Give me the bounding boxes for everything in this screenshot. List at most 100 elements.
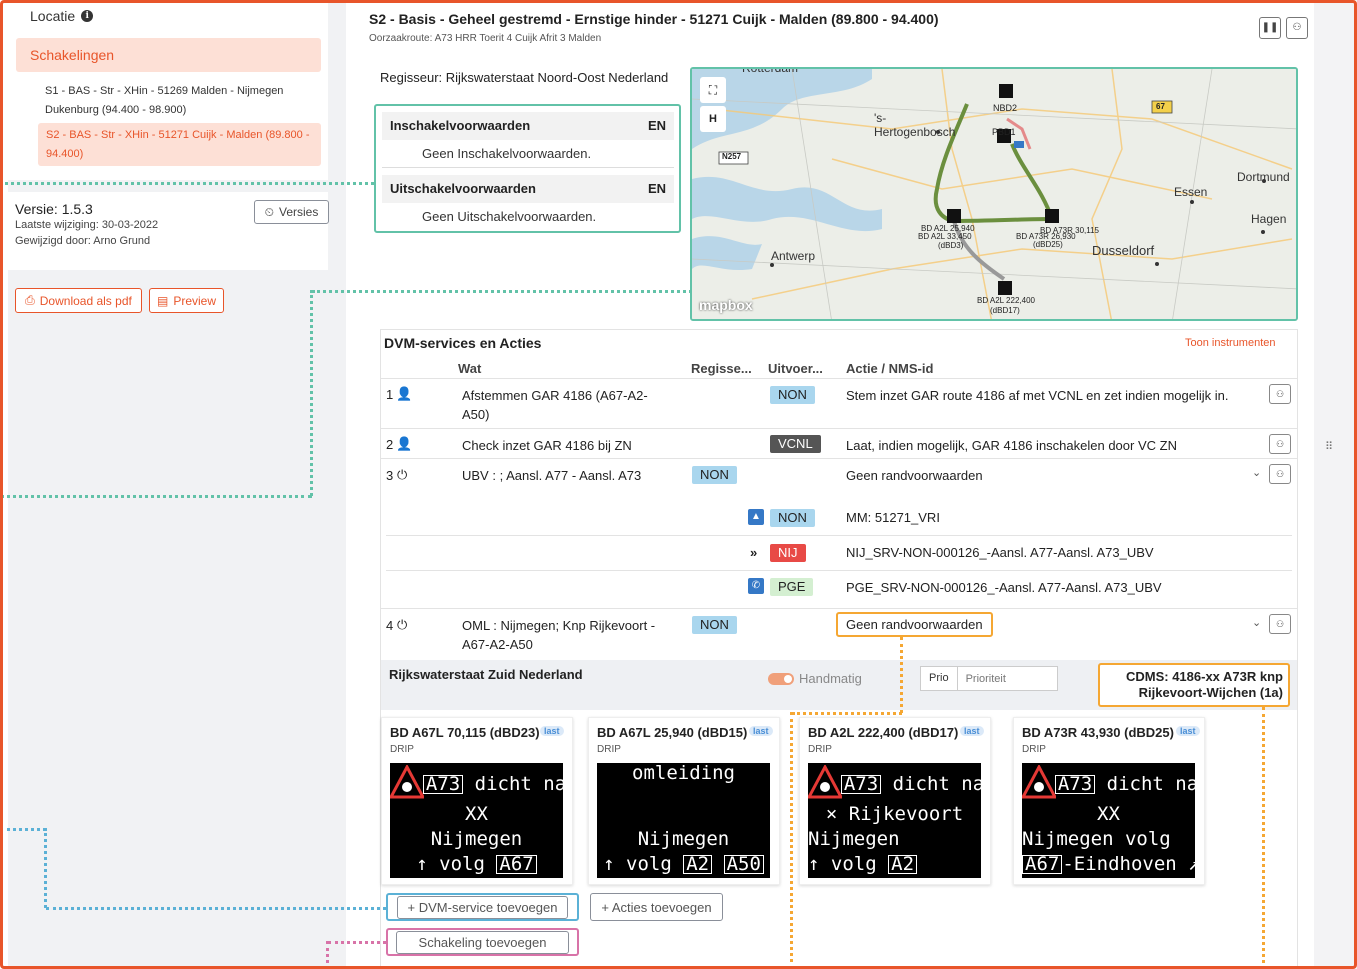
view-button[interactable]: ⚇ [1269, 384, 1291, 404]
chevron-down-icon[interactable]: ⌄ [1252, 464, 1261, 483]
power-icon: ⏻ [397, 617, 408, 632]
add-schakeling-button[interactable]: Schakeling toevoegen [386, 928, 579, 956]
toon-instrumenten-link[interactable]: Toon instrumenten [1185, 337, 1276, 349]
glasses-icon: ⚇ [1275, 469, 1285, 479]
map-marker-nbd2[interactable]: NBD2 [993, 103, 1017, 113]
dvm-title: DVM-services en Acties [384, 335, 542, 351]
double-chevron-icon: » [750, 545, 758, 560]
prio-label: Prio [921, 667, 958, 690]
divider [381, 378, 1297, 379]
chevron-down-icon[interactable]: ⌄ [1252, 614, 1261, 633]
power-icon: ⏻ [397, 467, 408, 482]
view-button[interactable]: ⚇ [1269, 434, 1291, 454]
drip-line: Nijmegen [430, 828, 523, 850]
col-regisseur[interactable]: Regisse... [691, 361, 752, 376]
map-marker-label[interactable]: BD A2L 222,400 [977, 296, 1035, 305]
sidebar-item-s2[interactable]: S2 - BAS - Str - XHin - 51271 Cuijk - Ma… [38, 123, 321, 166]
glasses-icon: ⚇ [1275, 619, 1285, 629]
handmatig-toggle[interactable] [768, 673, 794, 685]
download-pdf-button[interactable]: ⎙ Download als pdf [15, 288, 142, 313]
col-uitvoerder[interactable]: Uitvoer... [768, 361, 823, 376]
view-button[interactable]: ⚇ [1269, 464, 1291, 484]
col-wat[interactable]: Wat [458, 361, 481, 376]
map-city-hagen: Hagen [1251, 212, 1287, 226]
map-h-button[interactable]: H [700, 106, 726, 132]
traffic-light-icon: ▲ [748, 509, 764, 525]
info-icon[interactable]: i [81, 10, 94, 22]
glasses-icon: ⚇ [1275, 389, 1285, 399]
pause-button[interactable]: ❚❚ [1259, 17, 1281, 39]
callout-line [0, 828, 46, 831]
row-wat: Afstemmen GAR 4186 (A67-A2-A50) [462, 388, 648, 422]
drip-line: XX [465, 803, 488, 825]
add-acties-label: + Acties toevoegen [601, 899, 712, 915]
row-number: 2 [386, 437, 394, 452]
inschakel-lang[interactable]: EN [648, 112, 666, 140]
sidebar-item-s1[interactable]: S1 - BAS - Str - XHin - 51269 Malden - N… [45, 82, 305, 120]
last-modified: Laatste wijziging: 30-03-2022 [15, 219, 159, 231]
add-schakeling-label: Schakeling toevoegen [395, 930, 570, 954]
prio-field[interactable]: Prio Prioriteit [920, 666, 1058, 691]
map-marker-pbd1[interactable]: PBD1 [992, 127, 1016, 137]
map-marker-label[interactable]: BD A2L 33,450 [918, 232, 972, 241]
add-acties-button[interactable]: + Acties toevoegen [590, 893, 723, 921]
divider [386, 535, 1292, 536]
drip-line: Nijmegen [637, 828, 730, 850]
map-city-dusseldorf: Dusseldorf [1092, 243, 1155, 258]
row-number: 1 [386, 387, 394, 402]
divider [381, 608, 1297, 609]
view-button[interactable]: ⚇ [1286, 17, 1308, 39]
phone-icon: ✆ [748, 578, 764, 594]
row-wat: OML : Nijmegen; Knp Rijkevoort - A67-A2-… [462, 618, 656, 652]
row-actie: Geen randvoorwaarden [836, 612, 993, 637]
drip-card[interactable]: BD A2L 222,400 (dBD17) last DRIP A73 dic… [799, 717, 991, 885]
pdf-icon: ⎙ [25, 293, 35, 307]
map-marker-label[interactable]: (dBD25) [1033, 240, 1063, 249]
row-wat: UBV : ; Aansl. A77 - Aansl. A73 [462, 468, 642, 483]
drip-line: XX [1097, 803, 1120, 825]
route-map[interactable]: ⛶ H Rotterdam 's-Hertogenbosch Essen Dor… [690, 67, 1298, 321]
locatie-label: Locatie [30, 8, 76, 24]
drip-title: BD A73R 43,930 (dBD25) [1022, 725, 1174, 740]
map-city-rotterdam: Rotterdam [742, 67, 799, 75]
crossing-icon: ⨯ [825, 803, 838, 825]
add-dvm-service-button[interactable]: + DVM-service toevoegen [386, 893, 579, 921]
drag-handle-icon[interactable]: ⠿ [1325, 440, 1333, 453]
uitvoerder-badge: NON [770, 386, 815, 404]
road-box: A67 [496, 855, 537, 874]
callout-line [0, 495, 312, 498]
drip-card[interactable]: BD A73R 43,930 (dBD25) last DRIP A73 dic… [1013, 717, 1205, 885]
uitschakel-lang[interactable]: EN [648, 175, 666, 203]
version-number: Versie: 1.5.3 [15, 201, 93, 217]
arrow-up-icon: ↑ [603, 853, 615, 875]
uitschakel-title: Uitschakelvoorwaarden [390, 181, 536, 196]
versies-button[interactable]: ⏲ Versies [254, 200, 329, 224]
regisseur-badge: NON [692, 466, 737, 484]
row-actie: Geen randvoorwaarden [846, 468, 983, 483]
drip-screen: A73 dicht na ⨯ Rijkevoort Nijmegen ↑ vol… [808, 763, 981, 878]
map-marker-label[interactable]: (dBD17) [990, 306, 1020, 315]
col-actie[interactable]: Actie / NMS-id [846, 361, 933, 376]
callout-line [1262, 707, 1265, 969]
view-button[interactable]: ⚇ [1269, 614, 1291, 634]
schakelingen-header[interactable]: Schakelingen [16, 38, 321, 72]
prio-input[interactable]: Prioriteit [958, 673, 1006, 685]
map-city-antwerp: Antwerp [771, 249, 816, 263]
row-number: 3 [386, 468, 394, 483]
cdms-label: CDMS: 4186-xx A73R knp Rijkevoort-Wijche… [1098, 663, 1290, 707]
map-marker-label[interactable]: (dBD3) [938, 241, 963, 250]
history-icon: ⏲ [264, 204, 274, 219]
map-fullscreen-button[interactable]: ⛶ [700, 77, 726, 103]
locatie-header[interactable]: Locatie i [30, 8, 94, 24]
drip-card[interactable]: BD A67L 70,115 (dBD23) last DRIP A73 dic… [381, 717, 573, 885]
drip-type: DRIP [390, 744, 414, 755]
row-number: 4 [386, 618, 394, 633]
person-icon: 👤 [396, 386, 413, 401]
arrow-up-icon: ↑ [808, 853, 820, 875]
map-city-hertogenbosch: 's-Hertogenbosch [874, 111, 956, 139]
drip-line: volg [626, 853, 672, 875]
preview-button[interactable]: ▤ Preview [149, 288, 224, 313]
drip-title: BD A2L 222,400 (dBD17) [808, 725, 959, 740]
drip-card[interactable]: BD A67L 25,940 (dBD15) last DRIP omleidi… [588, 717, 780, 885]
callout-line [44, 828, 47, 908]
